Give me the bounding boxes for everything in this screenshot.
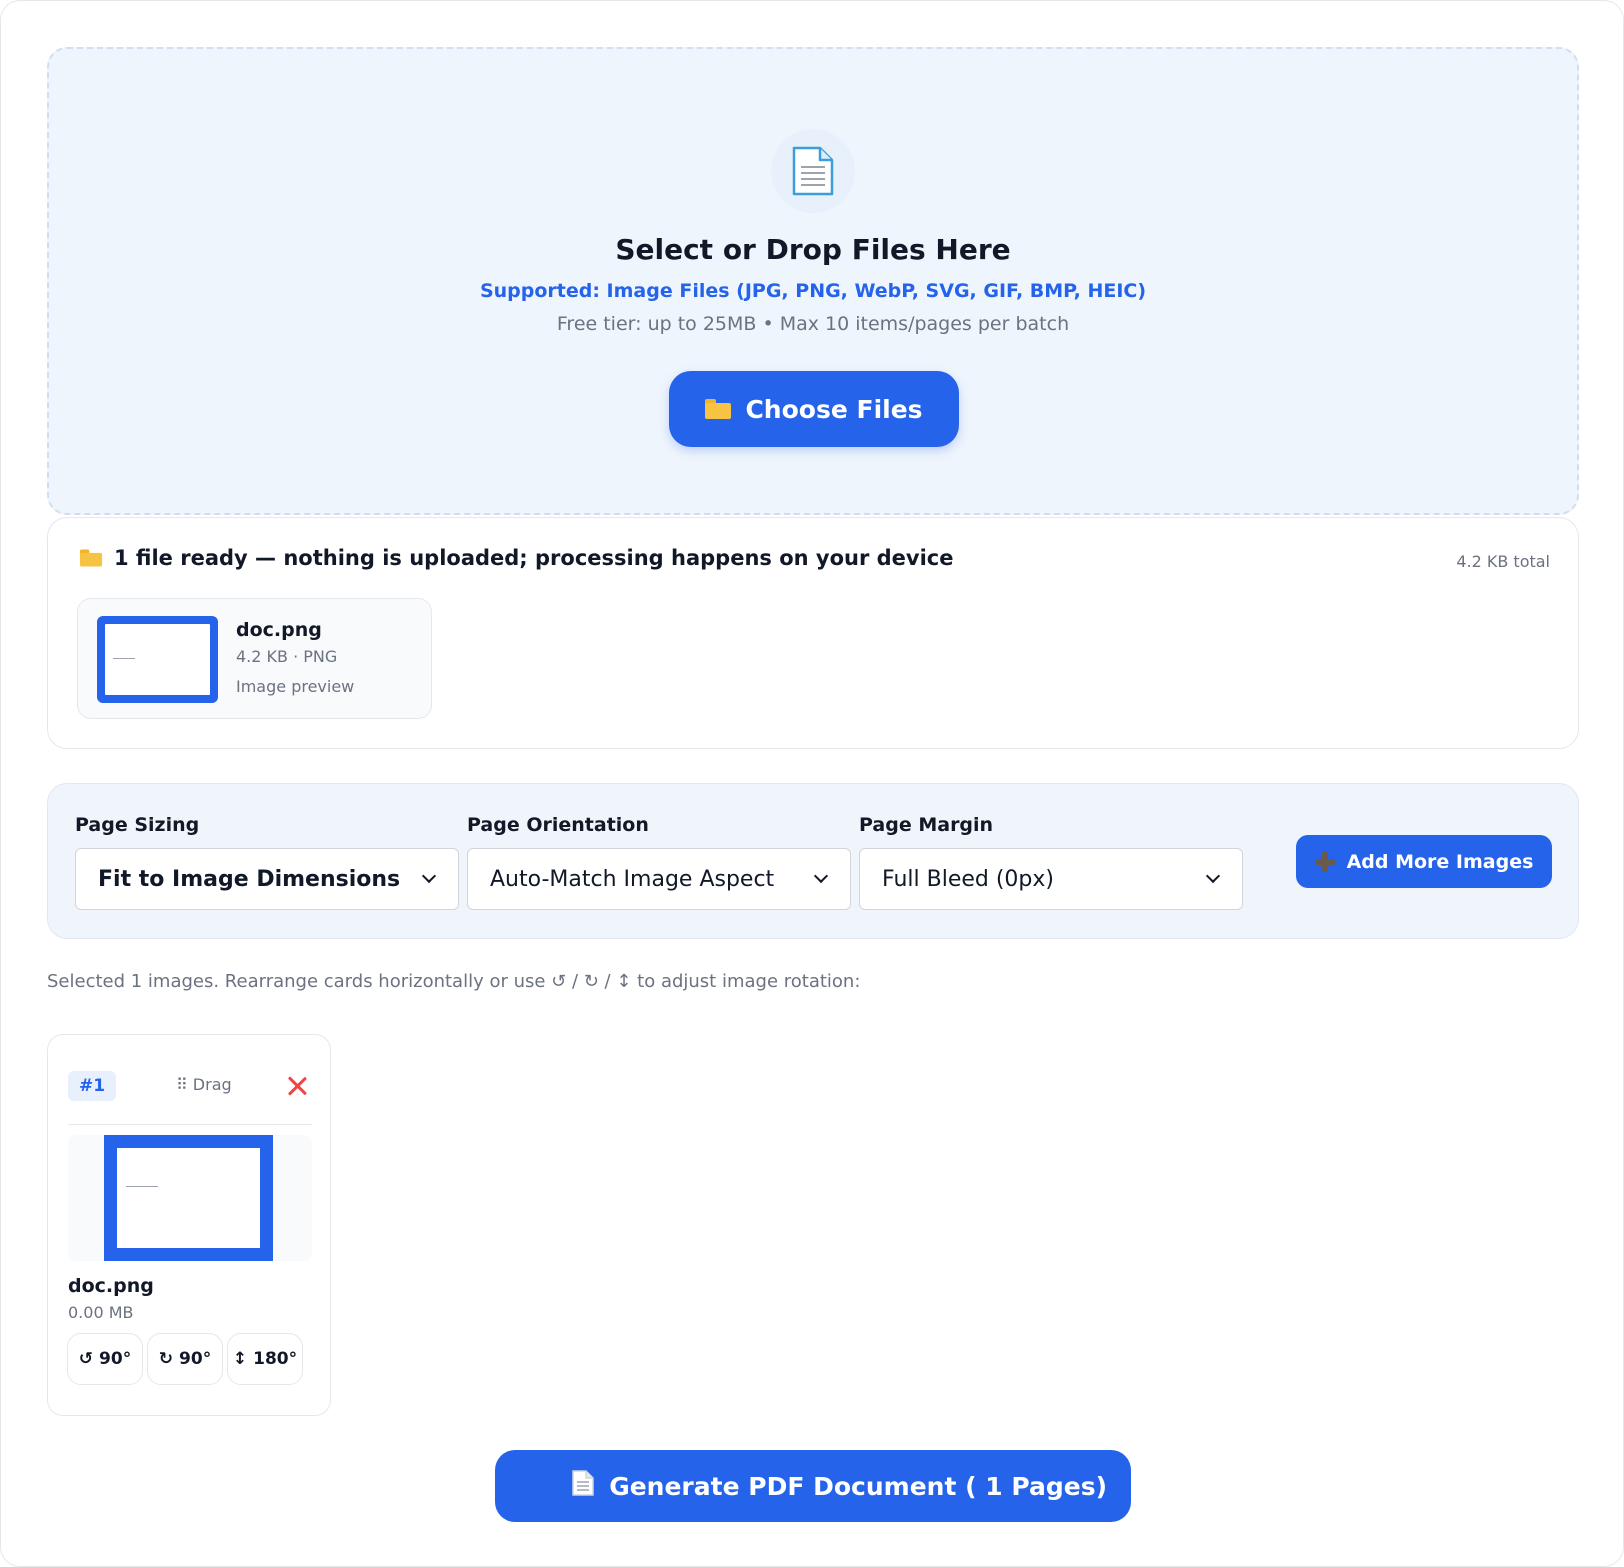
drop-zone-title: Select or Drop Files Here bbox=[615, 233, 1011, 266]
page-number-badge: #1 bbox=[68, 1071, 116, 1101]
rotate-left-label: 90° bbox=[99, 1349, 132, 1369]
image-thumbnail bbox=[104, 1135, 273, 1261]
add-more-images-label: Add More Images bbox=[1346, 850, 1534, 873]
page-margin-select[interactable]: Full Bleed (0px) bbox=[859, 848, 1243, 910]
app-frame: Select or Drop Files Here Supported: Ima… bbox=[0, 0, 1624, 1567]
chevron-down-icon bbox=[1205, 868, 1221, 884]
page-sizing-value: Fit to Image Dimensions bbox=[98, 866, 401, 892]
drag-handle[interactable]: ⠿ Drag bbox=[176, 1075, 232, 1094]
rotate-left-icon: ↺ bbox=[78, 1349, 94, 1369]
image-card[interactable]: #1 ⠿ Drag doc.png 0.00 MB ↺ 90° ↻ 90° ↕ … bbox=[47, 1034, 331, 1416]
image-preview bbox=[68, 1135, 312, 1261]
page-options-bar: Page Sizing Fit to Image Dimensions Page… bbox=[47, 783, 1579, 939]
choose-files-label: Choose Files bbox=[745, 394, 923, 424]
remove-image-button[interactable] bbox=[286, 1075, 308, 1097]
files-ready-text: 1 file ready — nothing is uploaded; proc… bbox=[114, 546, 954, 570]
page-sizing-select[interactable]: Fit to Image Dimensions bbox=[75, 848, 459, 910]
file-meta: 4.2 KB · PNG bbox=[236, 647, 338, 666]
file-thumbnail bbox=[97, 616, 218, 703]
files-total-size: 4.2 KB total bbox=[1456, 552, 1550, 571]
rotate-right-button[interactable]: ↻ 90° bbox=[147, 1333, 223, 1385]
rotate-right-icon: ↻ bbox=[158, 1349, 174, 1369]
supported-formats: Supported: Image Files (JPG, PNG, WebP, … bbox=[479, 280, 1147, 302]
chevron-down-icon bbox=[421, 868, 437, 884]
folder-icon bbox=[79, 549, 103, 567]
rotate-right-label: 90° bbox=[179, 1349, 212, 1369]
generate-pdf-label: Generate PDF Document ( 1 Pages) bbox=[609, 1471, 1108, 1501]
page-orientation-select[interactable]: Auto-Match Image Aspect bbox=[467, 848, 851, 910]
rotate-180-button[interactable]: ↕ 180° bbox=[227, 1333, 303, 1385]
files-ready-panel: 1 file ready — nothing is uploaded; proc… bbox=[47, 517, 1579, 749]
card-divider bbox=[68, 1124, 312, 1125]
card-file-name: doc.png bbox=[68, 1275, 154, 1297]
tier-limits: Free tier: up to 25MB • Max 10 items/pag… bbox=[556, 313, 1070, 335]
choose-files-button[interactable]: Choose Files bbox=[669, 371, 959, 447]
rotate-180-label: 180° bbox=[253, 1349, 298, 1369]
page-margin-value: Full Bleed (0px) bbox=[882, 866, 1054, 892]
page-orientation-value: Auto-Match Image Aspect bbox=[490, 866, 775, 892]
chevron-down-icon bbox=[813, 868, 829, 884]
document-icon bbox=[519, 1440, 595, 1532]
flip-icon: ↕ bbox=[232, 1349, 248, 1369]
generate-pdf-button[interactable]: Generate PDF Document ( 1 Pages) bbox=[495, 1450, 1131, 1522]
page-orientation-label: Page Orientation bbox=[467, 814, 649, 836]
rotate-left-button[interactable]: ↺ 90° bbox=[67, 1333, 143, 1385]
files-ready-title: 1 file ready — nothing is uploaded; proc… bbox=[78, 546, 953, 570]
file-name: doc.png bbox=[236, 619, 322, 641]
rearrange-hint: Selected 1 images. Rearrange cards horiz… bbox=[47, 971, 861, 992]
file-chip: doc.png 4.2 KB · PNG Image preview bbox=[77, 598, 432, 719]
file-preview-label: Image preview bbox=[236, 677, 355, 696]
add-more-images-button[interactable]: Add More Images bbox=[1296, 835, 1552, 888]
card-file-size: 0.00 MB bbox=[68, 1303, 134, 1322]
file-drop-zone[interactable]: Select or Drop Files Here Supported: Ima… bbox=[47, 47, 1579, 515]
folder-icon bbox=[705, 399, 732, 419]
page-margin-label: Page Margin bbox=[859, 814, 994, 836]
document-icon bbox=[771, 129, 855, 213]
page-sizing-label: Page Sizing bbox=[75, 814, 200, 836]
plus-icon bbox=[1314, 851, 1335, 872]
